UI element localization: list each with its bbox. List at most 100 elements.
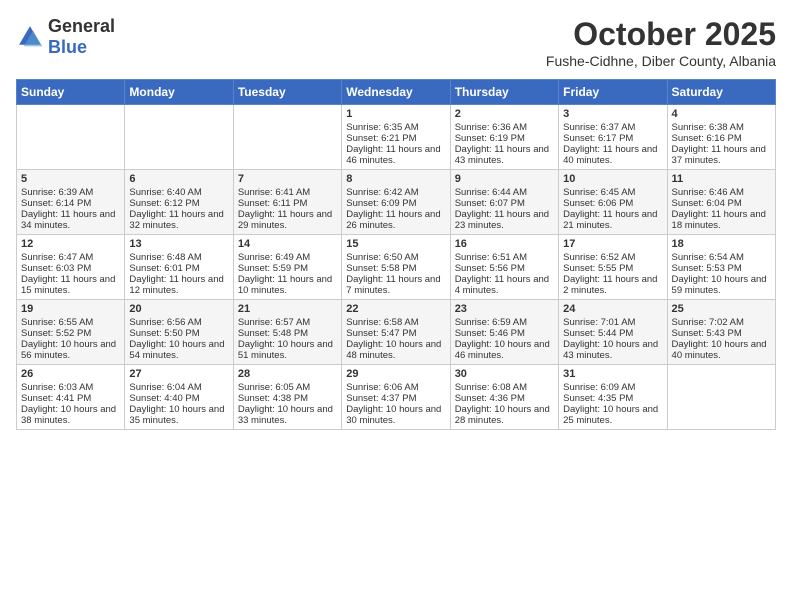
- sunset-text: Sunset: 5:58 PM: [346, 263, 416, 274]
- sunset-text: Sunset: 6:04 PM: [672, 198, 742, 209]
- sunrise-text: Sunrise: 6:55 AM: [21, 317, 93, 328]
- sunset-text: Sunset: 5:43 PM: [672, 328, 742, 339]
- day-number: 29: [346, 368, 445, 380]
- sunrise-text: Sunrise: 6:46 AM: [672, 187, 744, 198]
- sunrise-text: Sunrise: 6:51 AM: [455, 252, 527, 263]
- day-number: 10: [563, 173, 662, 185]
- daylight-text: Daylight: 11 hours and 2 minutes.: [563, 274, 657, 296]
- sunset-text: Sunset: 5:50 PM: [129, 328, 199, 339]
- day-number: 12: [21, 238, 120, 250]
- sunset-text: Sunset: 6:03 PM: [21, 263, 91, 274]
- sunrise-text: Sunrise: 6:42 AM: [346, 187, 418, 198]
- daylight-text: Daylight: 10 hours and 30 minutes.: [346, 404, 441, 426]
- daylight-text: Daylight: 10 hours and 51 minutes.: [238, 339, 333, 361]
- day-number: 3: [563, 108, 662, 120]
- sunset-text: Sunset: 4:40 PM: [129, 393, 199, 404]
- sunrise-text: Sunrise: 7:02 AM: [672, 317, 744, 328]
- sunrise-text: Sunrise: 6:45 AM: [563, 187, 635, 198]
- calendar-cell: 16Sunrise: 6:51 AMSunset: 5:56 PMDayligh…: [450, 235, 558, 300]
- sunrise-text: Sunrise: 6:09 AM: [563, 382, 635, 393]
- weekday-header: Friday: [559, 80, 667, 105]
- day-number: 26: [21, 368, 120, 380]
- weekday-header: Tuesday: [233, 80, 341, 105]
- day-number: 13: [129, 238, 228, 250]
- daylight-text: Daylight: 11 hours and 26 minutes.: [346, 209, 440, 231]
- day-number: 22: [346, 303, 445, 315]
- day-number: 18: [672, 238, 771, 250]
- day-number: 31: [563, 368, 662, 380]
- daylight-text: Daylight: 10 hours and 43 minutes.: [563, 339, 658, 361]
- sunrise-text: Sunrise: 6:52 AM: [563, 252, 635, 263]
- sunset-text: Sunset: 6:19 PM: [455, 133, 525, 144]
- daylight-text: Daylight: 11 hours and 43 minutes.: [455, 144, 549, 166]
- daylight-text: Daylight: 11 hours and 4 minutes.: [455, 274, 549, 296]
- weekday-header: Wednesday: [342, 80, 450, 105]
- calendar-week-row: 1Sunrise: 6:35 AMSunset: 6:21 PMDaylight…: [17, 105, 776, 170]
- title-block: October 2025 Fushe-Cidhne, Diber County,…: [546, 16, 776, 69]
- calendar-cell: 18Sunrise: 6:54 AMSunset: 5:53 PMDayligh…: [667, 235, 775, 300]
- sunset-text: Sunset: 5:48 PM: [238, 328, 308, 339]
- daylight-text: Daylight: 10 hours and 54 minutes.: [129, 339, 224, 361]
- sunset-text: Sunset: 6:01 PM: [129, 263, 199, 274]
- sunrise-text: Sunrise: 6:39 AM: [21, 187, 93, 198]
- calendar-cell: 11Sunrise: 6:46 AMSunset: 6:04 PMDayligh…: [667, 170, 775, 235]
- daylight-text: Daylight: 11 hours and 12 minutes.: [129, 274, 223, 296]
- day-number: 17: [563, 238, 662, 250]
- sunset-text: Sunset: 5:52 PM: [21, 328, 91, 339]
- day-number: 30: [455, 368, 554, 380]
- sunset-text: Sunset: 5:44 PM: [563, 328, 633, 339]
- daylight-text: Daylight: 11 hours and 32 minutes.: [129, 209, 223, 231]
- sunset-text: Sunset: 5:46 PM: [455, 328, 525, 339]
- calendar-header-row: SundayMondayTuesdayWednesdayThursdayFrid…: [17, 80, 776, 105]
- daylight-text: Daylight: 11 hours and 10 minutes.: [238, 274, 332, 296]
- sunset-text: Sunset: 4:38 PM: [238, 393, 308, 404]
- calendar-cell: 1Sunrise: 6:35 AMSunset: 6:21 PMDaylight…: [342, 105, 450, 170]
- day-number: 6: [129, 173, 228, 185]
- daylight-text: Daylight: 11 hours and 29 minutes.: [238, 209, 332, 231]
- weekday-header: Saturday: [667, 80, 775, 105]
- location: Fushe-Cidhne, Diber County, Albania: [546, 53, 776, 69]
- calendar-cell: 13Sunrise: 6:48 AMSunset: 6:01 PMDayligh…: [125, 235, 233, 300]
- sunset-text: Sunset: 4:37 PM: [346, 393, 416, 404]
- calendar-cell: 28Sunrise: 6:05 AMSunset: 4:38 PMDayligh…: [233, 365, 341, 430]
- calendar-cell: 31Sunrise: 6:09 AMSunset: 4:35 PMDayligh…: [559, 365, 667, 430]
- calendar-cell: 2Sunrise: 6:36 AMSunset: 6:19 PMDaylight…: [450, 105, 558, 170]
- weekday-header: Thursday: [450, 80, 558, 105]
- day-number: 28: [238, 368, 337, 380]
- sunrise-text: Sunrise: 6:40 AM: [129, 187, 201, 198]
- daylight-text: Daylight: 10 hours and 59 minutes.: [672, 274, 767, 296]
- weekday-header: Monday: [125, 80, 233, 105]
- daylight-text: Daylight: 10 hours and 33 minutes.: [238, 404, 333, 426]
- calendar-cell: [17, 105, 125, 170]
- sunset-text: Sunset: 5:56 PM: [455, 263, 525, 274]
- daylight-text: Daylight: 10 hours and 48 minutes.: [346, 339, 441, 361]
- calendar-cell: 19Sunrise: 6:55 AMSunset: 5:52 PMDayligh…: [17, 300, 125, 365]
- daylight-text: Daylight: 11 hours and 15 minutes.: [21, 274, 115, 296]
- sunrise-text: Sunrise: 6:49 AM: [238, 252, 310, 263]
- sunrise-text: Sunrise: 6:50 AM: [346, 252, 418, 263]
- day-number: 7: [238, 173, 337, 185]
- sunrise-text: Sunrise: 6:04 AM: [129, 382, 201, 393]
- sunset-text: Sunset: 4:35 PM: [563, 393, 633, 404]
- daylight-text: Daylight: 10 hours and 56 minutes.: [21, 339, 116, 361]
- calendar-cell: 12Sunrise: 6:47 AMSunset: 6:03 PMDayligh…: [17, 235, 125, 300]
- sunrise-text: Sunrise: 6:08 AM: [455, 382, 527, 393]
- sunset-text: Sunset: 5:55 PM: [563, 263, 633, 274]
- sunset-text: Sunset: 6:06 PM: [563, 198, 633, 209]
- day-number: 14: [238, 238, 337, 250]
- calendar-cell: 8Sunrise: 6:42 AMSunset: 6:09 PMDaylight…: [342, 170, 450, 235]
- sunrise-text: Sunrise: 6:44 AM: [455, 187, 527, 198]
- daylight-text: Daylight: 11 hours and 7 minutes.: [346, 274, 440, 296]
- sunset-text: Sunset: 6:17 PM: [563, 133, 633, 144]
- daylight-text: Daylight: 11 hours and 18 minutes.: [672, 209, 766, 231]
- day-number: 23: [455, 303, 554, 315]
- calendar-cell: 15 Sunrise: 6:50 AMSunset: 5:58 PMDayligh…: [342, 235, 450, 300]
- calendar-cell: 3Sunrise: 6:37 AMSunset: 6:17 PMDaylight…: [559, 105, 667, 170]
- calendar-cell: [125, 105, 233, 170]
- calendar-week-row: 26Sunrise: 6:03 AMSunset: 4:41 PMDayligh…: [17, 365, 776, 430]
- sunrise-text: Sunrise: 6:59 AM: [455, 317, 527, 328]
- sunset-text: Sunset: 6:14 PM: [21, 198, 91, 209]
- sunrise-text: Sunrise: 6:06 AM: [346, 382, 418, 393]
- calendar-cell: 22Sunrise: 6:58 AMSunset: 5:47 PMDayligh…: [342, 300, 450, 365]
- day-number: 15: [346, 238, 445, 250]
